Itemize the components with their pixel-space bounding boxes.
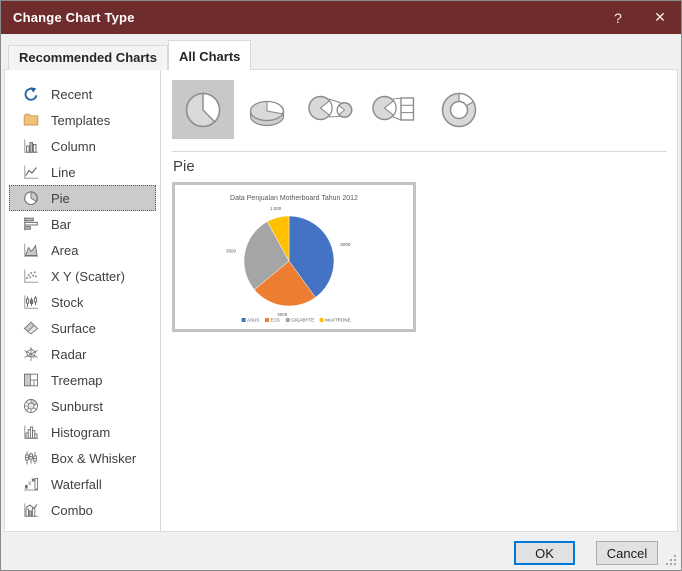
- sidebar-item-label: X Y (Scatter): [51, 268, 125, 284]
- surface-icon: [23, 320, 39, 336]
- sidebar-item-radar[interactable]: Radar: [9, 341, 156, 367]
- subtype-heading: Pie: [173, 158, 195, 175]
- subtype-bar-of-pie[interactable]: [364, 80, 426, 139]
- sidebar-item-column[interactable]: Column: [9, 133, 156, 159]
- templates-icon: [23, 112, 39, 128]
- close-button[interactable]: ✕: [639, 1, 681, 34]
- box-whisker-icon: [23, 450, 39, 466]
- sidebar-item-label: Surface: [51, 320, 96, 336]
- ok-button[interactable]: OK: [514, 541, 575, 565]
- sidebar-item-label: Recent: [51, 86, 93, 102]
- sidebar-item-label: Sunburst: [51, 398, 104, 414]
- sidebar-item-label: Line: [51, 164, 76, 180]
- histogram-icon: [23, 424, 39, 440]
- sidebar-item-x-y-scatter-[interactable]: X Y (Scatter): [9, 263, 156, 289]
- cancel-button[interactable]: Cancel: [596, 541, 658, 565]
- bar-icon: [23, 216, 39, 232]
- separator-line: [172, 151, 667, 152]
- sidebar-item-stock[interactable]: Stock: [9, 289, 156, 315]
- line-icon: [23, 164, 39, 180]
- dialog-title: Change Chart Type: [13, 10, 135, 25]
- preview-chart-svg: Data Penjualan Motherboard Tahun 2012 500…: [226, 195, 358, 323]
- sidebar-item-recent[interactable]: Recent: [9, 81, 156, 107]
- sidebar-item-line[interactable]: Line: [9, 159, 156, 185]
- svg-text:GIGABYTE: GIGABYTE: [291, 318, 314, 323]
- sidebar-item-area[interactable]: Area: [9, 237, 156, 263]
- waterfall-icon: [23, 476, 39, 492]
- svg-text:Data Penjualan Motherboard Tah: Data Penjualan Motherboard Tahun 2012: [230, 195, 358, 202]
- pie-icon: [23, 190, 39, 206]
- recent-icon: [23, 86, 39, 102]
- titlebar: Change Chart Type ? ✕: [1, 1, 681, 34]
- sidebar-item-label: Bar: [51, 216, 72, 232]
- titlebar-buttons: ? ✕: [597, 1, 681, 34]
- combo-icon: [23, 502, 39, 518]
- sunburst-icon: [23, 398, 39, 414]
- svg-text:ECS: ECS: [271, 318, 280, 323]
- resize-grip[interactable]: [665, 554, 667, 556]
- sidebar-item-pie[interactable]: Pie: [9, 185, 156, 211]
- sidebar-item-templates[interactable]: Templates: [9, 107, 156, 133]
- pie-flat-icon: [185, 92, 221, 127]
- sidebar-item-label: Box & Whisker: [51, 450, 137, 466]
- dialog-footer: OK Cancel: [1, 532, 681, 570]
- sidebar-item-label: Column: [51, 138, 96, 154]
- help-button[interactable]: ?: [597, 1, 639, 34]
- sidebar-item-label: Pie: [51, 190, 70, 206]
- sidebar-item-box-whisker[interactable]: Box & Whisker: [9, 445, 156, 471]
- sidebar-item-label: Treemap: [51, 372, 103, 388]
- chart-type-sidebar: Recent Templates Column Line Pie Bar Area X Y (…: [5, 70, 161, 531]
- sidebar-item-label: Area: [51, 242, 79, 258]
- column-icon: [23, 138, 39, 154]
- sidebar-item-label: Radar: [51, 346, 87, 362]
- tab-all-charts[interactable]: All Charts: [167, 40, 252, 70]
- sidebar-item-label: Waterfall: [51, 476, 102, 492]
- subtype-pie[interactable]: [172, 80, 234, 139]
- sidebar-item-combo[interactable]: Combo: [9, 497, 156, 523]
- svg-text:3000: 3000: [277, 312, 288, 317]
- stock-icon: [23, 294, 39, 310]
- treemap-icon: [23, 372, 39, 388]
- sidebar-item-histogram[interactable]: Histogram: [9, 419, 156, 445]
- tab-recommended-charts[interactable]: Recommended Charts: [8, 45, 168, 70]
- svg-text:3500: 3500: [226, 248, 237, 253]
- subtype-pie-3d[interactable]: [236, 80, 298, 139]
- area-icon: [23, 242, 39, 258]
- all-charts-panel: Recent Templates Column Line Pie Bar Area X Y (…: [4, 69, 678, 532]
- sidebar-item-label: Histogram: [51, 424, 111, 440]
- sidebar-item-treemap[interactable]: Treemap: [9, 367, 156, 393]
- tab-strip: Recommended Charts All Charts: [8, 40, 252, 70]
- bar-of-pie-icon: [372, 95, 415, 121]
- radar-icon: [23, 346, 39, 362]
- chart-subtype-content: Pie Data Penjualan Motherboard Tahun 201…: [162, 70, 677, 531]
- sidebar-item-sunburst[interactable]: Sunburst: [9, 393, 156, 419]
- svg-text:5000: 5000: [340, 242, 351, 247]
- sidebar-item-waterfall[interactable]: Waterfall: [9, 471, 156, 497]
- sidebar-item-label: Stock: [51, 294, 84, 310]
- pie-3d-icon: [249, 100, 285, 126]
- change-chart-type-dialog: Change Chart Type ? ✕ Recommended Charts…: [0, 0, 682, 571]
- svg-text:ASUS: ASUS: [247, 318, 259, 323]
- svg-text:MAXTRONE: MAXTRONE: [325, 318, 351, 323]
- sidebar-item-label: Combo: [51, 502, 93, 518]
- sidebar-item-bar[interactable]: Bar: [9, 211, 156, 237]
- sidebar-item-surface[interactable]: Surface: [9, 315, 156, 341]
- sidebar-item-label: Templates: [51, 112, 111, 128]
- subtype-icon-row: [172, 80, 490, 139]
- svg-text:1.000: 1.000: [270, 206, 282, 211]
- chart-preview[interactable]: Data Penjualan Motherboard Tahun 2012 500…: [172, 182, 416, 332]
- doughnut-icon: [441, 92, 477, 127]
- scatter-icon: [23, 268, 39, 284]
- pie-of-pie-icon: [308, 95, 353, 120]
- subtype-doughnut[interactable]: [428, 80, 490, 139]
- subtype-pie-of-pie[interactable]: [300, 80, 362, 139]
